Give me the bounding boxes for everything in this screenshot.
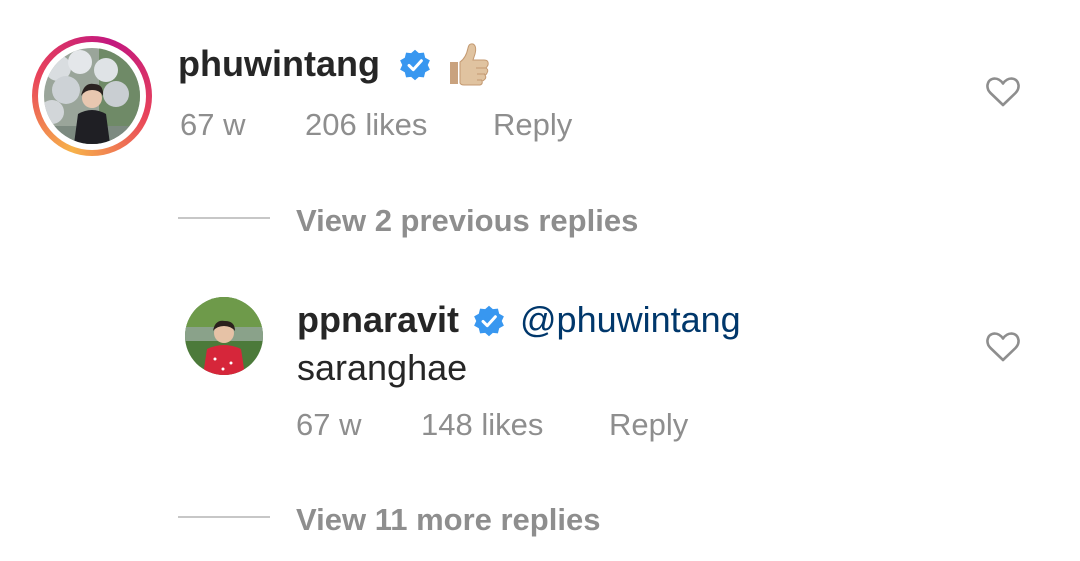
comment-likes-count[interactable]: 148 likes (421, 409, 543, 440)
heart-icon[interactable] (986, 331, 1020, 363)
comment-age: 67 w (180, 107, 246, 142)
thumbs-up-emoji-icon (450, 43, 489, 86)
comment-username[interactable]: phuwintang (178, 46, 380, 82)
verified-badge-icon (400, 49, 430, 81)
avatar-phuwintang[interactable] (44, 48, 140, 144)
comment-username[interactable]: ppnaravit (297, 302, 459, 338)
replies-divider (178, 516, 270, 518)
comment-text: saranghae (297, 347, 468, 388)
comment-likes-count[interactable]: 206 likes (305, 109, 427, 140)
heart-icon[interactable] (986, 76, 1020, 108)
reply-button[interactable]: Reply (493, 109, 572, 140)
view-previous-replies-button[interactable]: View 2 previous replies (296, 205, 638, 236)
view-more-replies-button[interactable]: View 11 more replies (296, 504, 600, 535)
reply-button[interactable]: Reply (609, 409, 688, 440)
avatar-photo (44, 48, 140, 144)
replies-divider (178, 217, 270, 219)
avatar-photo (185, 297, 263, 375)
mention-link[interactable]: @phuwintang (520, 302, 741, 338)
avatar-ppnaravit[interactable] (185, 297, 263, 375)
story-ring[interactable] (32, 36, 152, 156)
comment-age: 67 w (296, 407, 362, 442)
story-ring-gap (38, 42, 146, 150)
verified-badge-icon (474, 305, 504, 337)
